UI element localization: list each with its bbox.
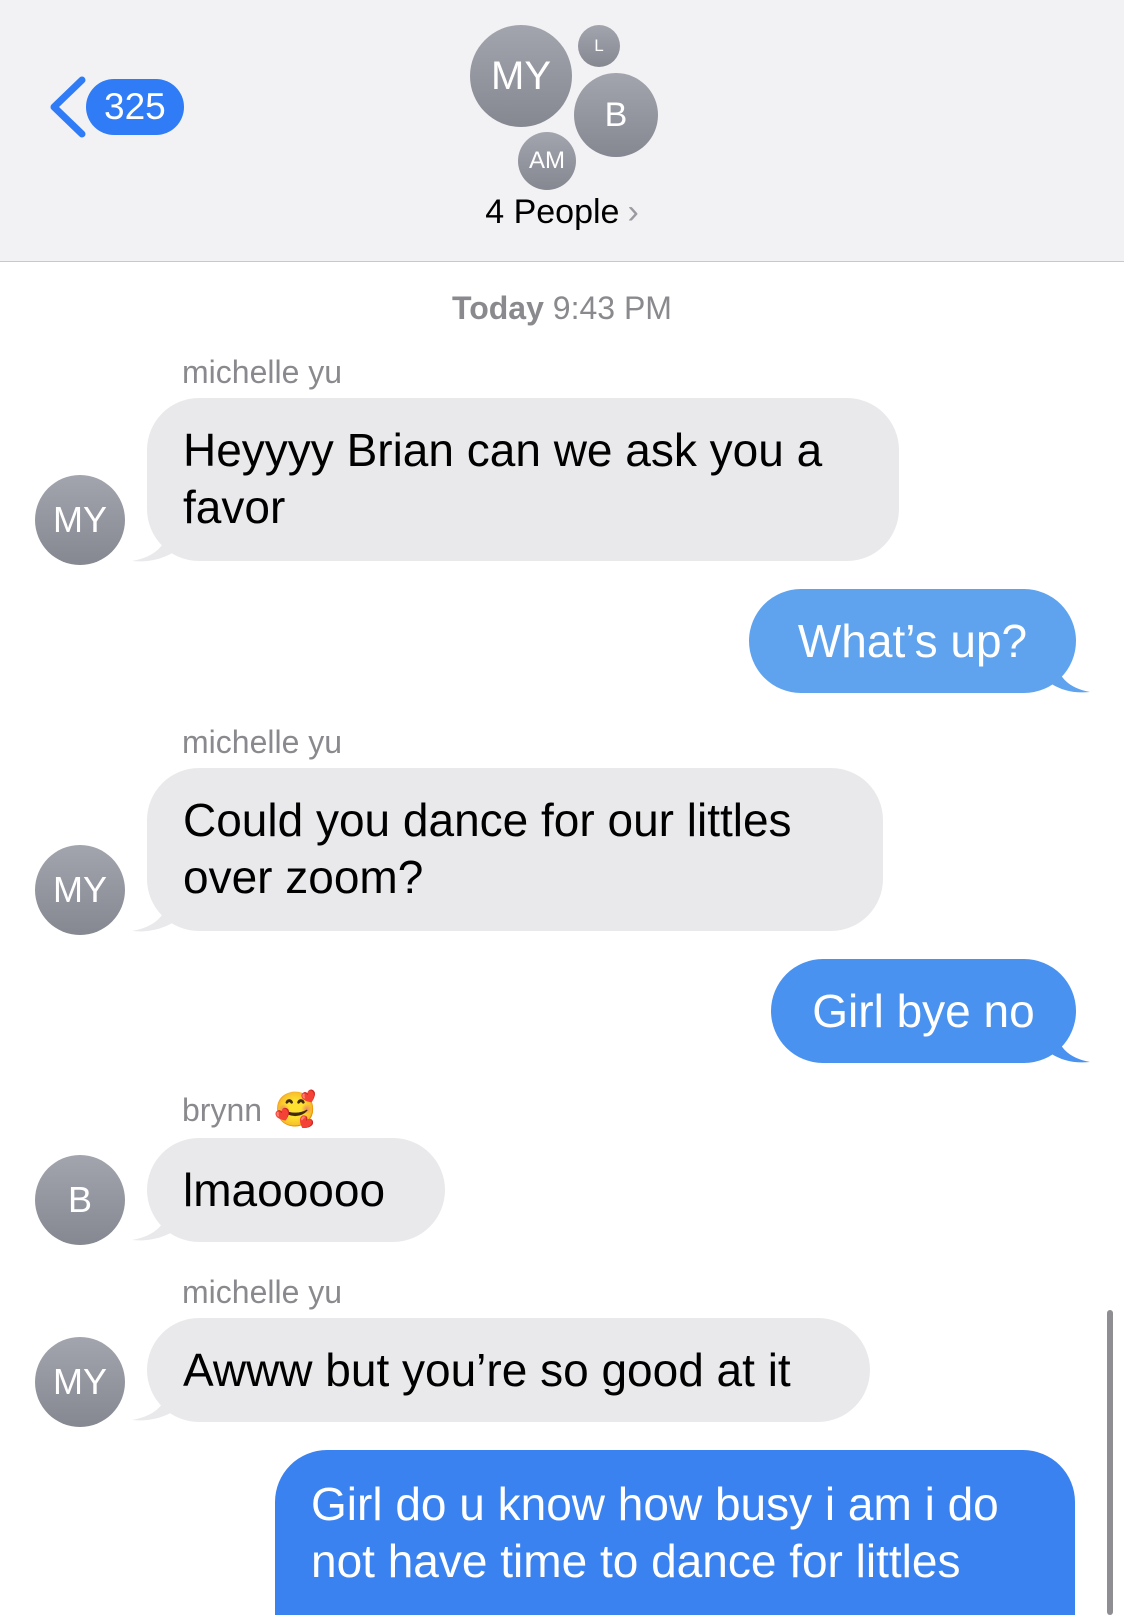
group-avatar-my[interactable]: MY: [470, 25, 572, 127]
sender-avatar[interactable]: B: [35, 1155, 125, 1245]
timestamp-day: Today: [452, 290, 544, 326]
outgoing-message-bubble[interactable]: What’s up?: [749, 589, 1076, 693]
message-text: Awww but you’re so good at it: [183, 1344, 791, 1396]
people-count-label: 4 People: [485, 193, 620, 231]
message-text-line: not have time to dance for littles: [311, 1535, 961, 1587]
group-avatar-am[interactable]: AM: [518, 132, 576, 190]
outgoing-message-bubble[interactable]: Girl bye no: [771, 959, 1076, 1063]
scrollbar[interactable]: [1107, 1310, 1113, 1615]
group-avatar-l[interactable]: L: [578, 25, 620, 67]
message-timestamp: Today 9:43 PM: [0, 290, 1124, 327]
sender-name: michelle yu: [182, 1274, 343, 1310]
sender-avatar[interactable]: MY: [35, 1337, 125, 1427]
incoming-message-bubble[interactable]: Awww but you’re so good at it: [147, 1318, 870, 1422]
incoming-message-bubble[interactable]: Could you dance for our littles over zoo…: [147, 768, 883, 931]
sender-name: brynn: [182, 1091, 263, 1128]
message-text: lmaooooo: [183, 1164, 386, 1216]
incoming-message-bubble[interactable]: Heyyyy Brian can we ask you a favor: [147, 398, 899, 561]
message-text: Girl bye no: [812, 985, 1035, 1037]
smiling-face-with-hearts-emoji: 🥰: [274, 1091, 317, 1129]
sender-name: michelle yu: [182, 354, 343, 390]
unread-count-badge: 325: [86, 79, 184, 135]
incoming-message-bubble[interactable]: lmaooooo: [147, 1138, 445, 1242]
message-text-line: over zoom?: [183, 851, 424, 903]
group-details-button[interactable]: 4 People ›: [0, 193, 1124, 232]
message-text-line: Could you dance for our littles: [183, 794, 792, 846]
sender-avatar[interactable]: MY: [35, 845, 125, 935]
sender-name-row: brynn 🥰: [182, 1090, 316, 1130]
message-text-line: favor: [183, 481, 286, 533]
message-text: What’s up?: [797, 615, 1028, 667]
outgoing-message-bubble[interactable]: Girl do u know how busy i am i do not ha…: [275, 1450, 1075, 1615]
message-text-line: Heyyyy Brian can we ask you a: [183, 424, 823, 476]
back-chevron-icon: [50, 76, 86, 138]
sender-name: michelle yu: [182, 724, 343, 760]
group-avatar-b[interactable]: B: [574, 73, 658, 157]
message-text-line: Girl do u know how busy i am i do: [311, 1478, 999, 1530]
timestamp-time: 9:43 PM: [552, 290, 672, 326]
conversation-header: 325 MY L B AM 4 People ›: [0, 0, 1124, 262]
chevron-right-icon: ›: [627, 193, 639, 231]
sender-avatar[interactable]: MY: [35, 475, 125, 565]
back-button[interactable]: 325: [44, 74, 184, 140]
